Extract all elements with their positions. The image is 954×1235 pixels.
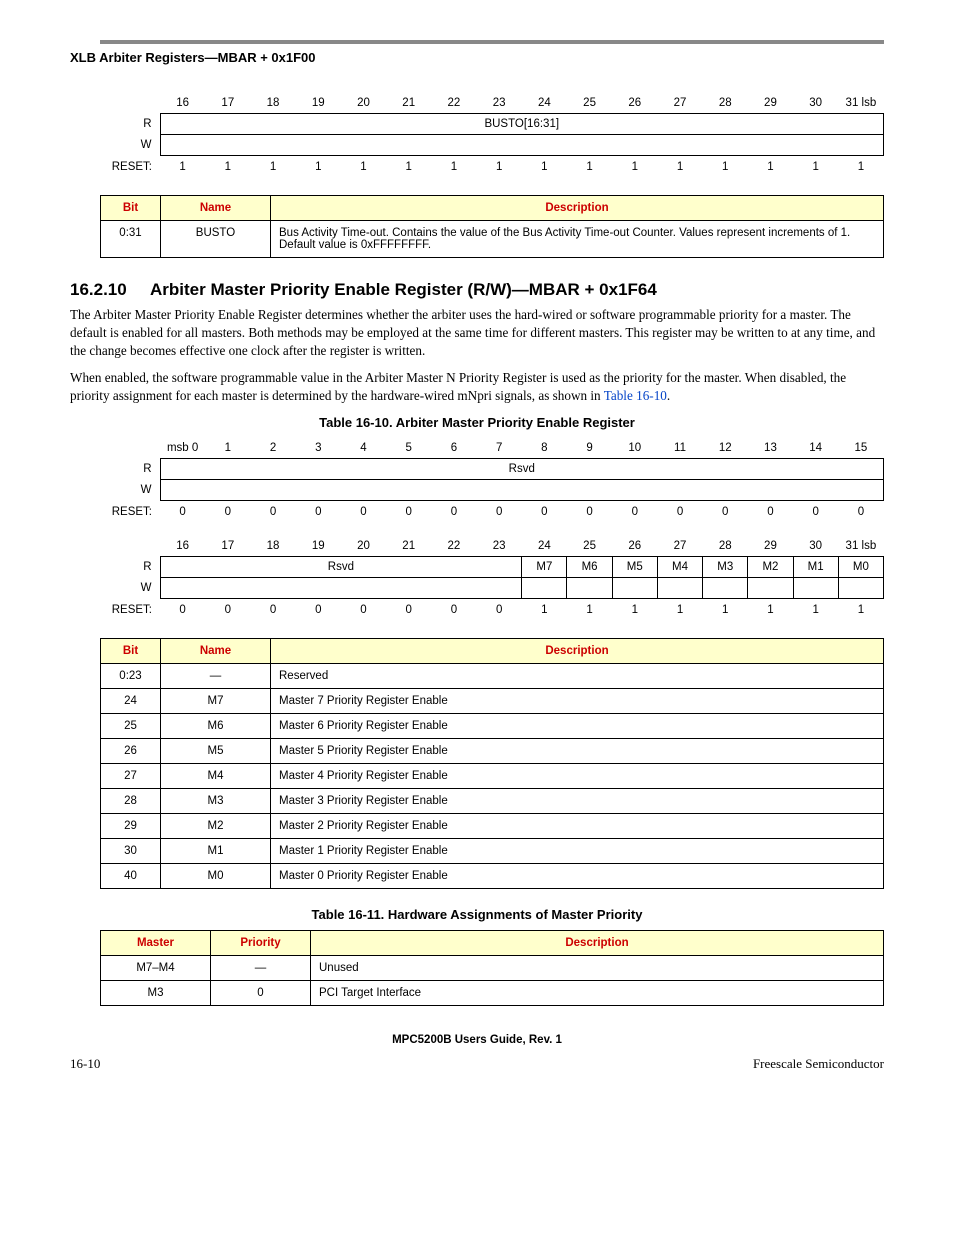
field-m3: M3 — [703, 557, 748, 578]
field-m4: M4 — [657, 557, 702, 578]
table-row: 0:31 BUSTO Bus Activity Time-out. Contai… — [101, 221, 884, 258]
field-m0: M0 — [838, 557, 883, 578]
field-m7: M7 — [522, 557, 567, 578]
field-m5: M5 — [612, 557, 657, 578]
top-rule — [100, 40, 884, 44]
table-row: 24M7Master 7 Priority Register Enable — [101, 689, 884, 714]
table-busto-def: Bit Name Description 0:31 BUSTO Bus Acti… — [100, 195, 884, 258]
table-row: 30M1Master 1 Priority Register Enable — [101, 839, 884, 864]
table-row: M7–M4—Unused — [101, 956, 884, 981]
table-row: 0:23—Reserved — [101, 664, 884, 689]
table-row: 27M4Master 4 Priority Register Enable — [101, 764, 884, 789]
table-title: Table 16-10. Arbiter Master Priority Ena… — [70, 415, 884, 430]
field-rsvd: Rsvd — [160, 557, 522, 578]
running-header: XLB Arbiter Registers—MBAR + 0x1F00 — [70, 50, 884, 65]
field-m6: M6 — [567, 557, 612, 578]
field-m2: M2 — [748, 557, 793, 578]
table-link[interactable]: Table 16-10 — [604, 388, 667, 403]
reg-prienable-lower: 16171819 20212223 24252627 28293031 lsb … — [100, 536, 884, 620]
table-hw-priority: Master Priority Description M7–M4—Unused… — [100, 930, 884, 1006]
table-row: 26M5Master 5 Priority Register Enable — [101, 739, 884, 764]
field-busto: BUSTO[16:31] — [160, 114, 884, 135]
table-row: 40M0Master 0 Priority Register Enable — [101, 864, 884, 889]
section-heading: 16.2.10Arbiter Master Priority Enable Re… — [70, 280, 884, 300]
footer-company: Freescale Semiconductor — [753, 1056, 884, 1072]
page-number: 16-10 — [70, 1056, 100, 1072]
footer-doc-title: MPC5200B Users Guide, Rev. 1 — [70, 1034, 884, 1046]
body-text: When enabled, the software programmable … — [70, 369, 884, 405]
field-m1: M1 — [793, 557, 838, 578]
body-text: The Arbiter Master Priority Enable Regis… — [70, 306, 884, 359]
table-row: 25M6Master 6 Priority Register Enable — [101, 714, 884, 739]
reg-prienable-upper: msb 0123 4567 891011 12131415 R Rsvd W R… — [100, 438, 884, 522]
reg-busto-lower: 16171819 20212223 24252627 28293031 lsb … — [100, 93, 884, 177]
table-title: Table 16-11. Hardware Assignments of Mas… — [70, 907, 884, 922]
table-row: 28M3Master 3 Priority Register Enable — [101, 789, 884, 814]
table-prienable-def: Bit Name Description 0:23—Reserved 24M7M… — [100, 638, 884, 889]
field-rsvd: Rsvd — [160, 459, 884, 480]
table-row: M30PCI Target Interface — [101, 981, 884, 1006]
table-row: 29M2Master 2 Priority Register Enable — [101, 814, 884, 839]
